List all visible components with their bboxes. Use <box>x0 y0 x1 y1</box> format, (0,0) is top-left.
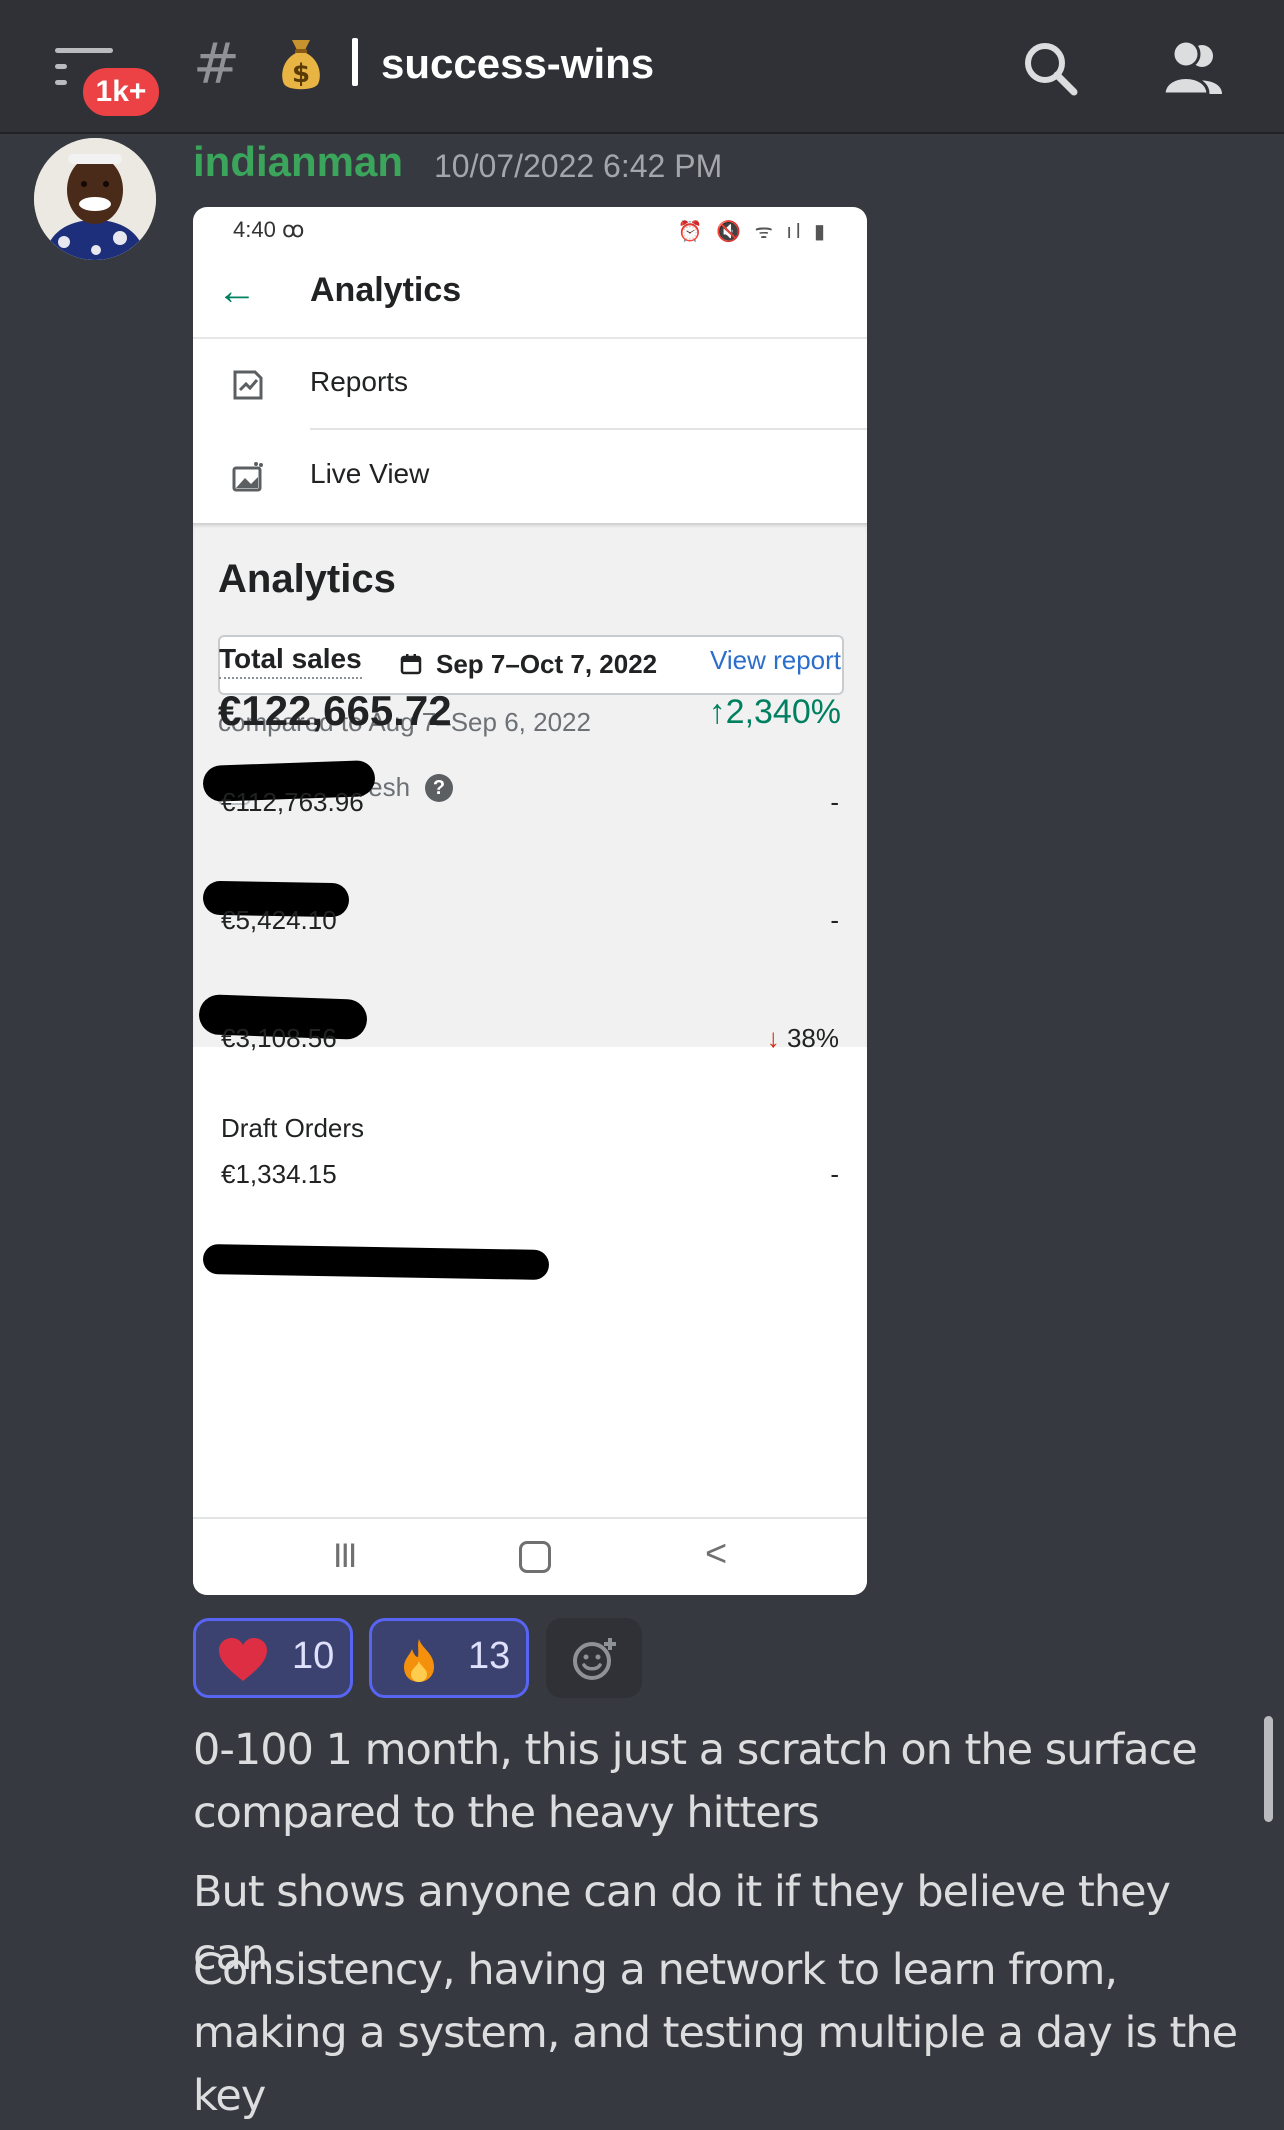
calendar-icon <box>400 654 422 675</box>
phone-status-icons: ⏰ 🔇 ᯤ ıl ▮ <box>677 221 829 243</box>
message-timestamp: 10/07/2022 6:42 PM <box>434 148 723 184</box>
menu-item-label: Reports <box>310 366 409 397</box>
date-range-label: Sep 7–Oct 7, 2022 <box>436 649 658 679</box>
app-bar-title: Analytics <box>310 271 462 309</box>
sales-row-name: Draft Orders <box>221 1113 365 1143</box>
recents-icon: III <box>333 1537 357 1575</box>
change-percent: 38% <box>786 1023 839 1053</box>
total-sales-change: ↑2,340% <box>708 693 841 731</box>
add-reaction-button[interactable] <box>546 1618 642 1698</box>
sales-row-change: - <box>830 787 839 817</box>
app-bar: ← Analytics <box>193 247 867 339</box>
sales-row-change: ↓ 38% <box>767 1023 839 1054</box>
reaction-heart[interactable]: 10 <box>193 1618 353 1698</box>
message-paragraph: 0-100 1 month, this just a scratch on th… <box>193 1725 1198 1838</box>
sales-row-value: €112,763.96 <box>221 787 364 817</box>
message-paragraph: Consistency, having a network to learn f… <box>193 1945 1238 2121</box>
user-avatar[interactable] <box>34 138 156 260</box>
title-separator <box>352 38 358 86</box>
reaction-count: 13 <box>468 1635 511 1677</box>
menu-line <box>55 64 67 69</box>
back-arrow-icon: ← <box>217 269 257 313</box>
redaction-mark <box>202 1243 550 1281</box>
nav-back-icon: < <box>705 1533 728 1575</box>
menu-line <box>55 48 113 53</box>
android-nav-bar: III < <box>193 1517 867 1595</box>
unread-badge: 1k+ <box>77 62 165 122</box>
live-view-icon <box>232 462 263 492</box>
total-sales-value: €122,665.72 <box>218 687 452 734</box>
add-reaction-icon <box>573 1638 616 1680</box>
members-icon[interactable] <box>1160 38 1226 98</box>
channel-name: success-wins <box>381 40 655 87</box>
hamburger-menu-button[interactable]: 1k+ <box>50 44 165 122</box>
status-time-text: 4:40 <box>233 217 276 242</box>
scrollbar-thumb[interactable] <box>1264 1716 1273 1822</box>
reports-icon <box>233 370 263 400</box>
phone-status-time: 4:40 ꝏ <box>233 217 305 242</box>
total-sales-label: Total sales <box>219 643 362 679</box>
avatar-image <box>34 138 156 260</box>
home-icon <box>519 1541 551 1573</box>
reaction-count: 10 <box>292 1635 335 1677</box>
reaction-fire[interactable]: 13 <box>369 1618 529 1698</box>
svg-text:$: $ <box>292 59 310 89</box>
sales-row-value: €1,334.15 <box>221 1159 337 1189</box>
channel-hash-icon: # <box>193 32 240 97</box>
menu-item-label: Live View <box>310 458 430 489</box>
sales-row-value: €5,424.10 <box>221 905 337 935</box>
attached-image[interactable]: 4:40 ꝏ ⏰ 🔇 ᯤ ıl ▮ ← Analytics Reports Li… <box>193 207 867 1595</box>
channel-header: 1k+ # $ success-wins <box>0 0 1284 134</box>
view-report-link: View report <box>709 645 841 675</box>
search-icon[interactable] <box>1020 38 1080 98</box>
money-bag-icon: $ <box>282 40 320 90</box>
sales-row-change: - <box>830 905 839 935</box>
analytics-heading: Analytics <box>218 557 396 601</box>
fire-emoji-icon <box>404 1639 434 1682</box>
heart-emoji-icon <box>219 1638 267 1681</box>
menu-item-reports: Reports <box>193 338 867 430</box>
help-icon: ? <box>425 774 453 802</box>
sales-row-value: €3,108.56 <box>221 1023 337 1053</box>
down-arrow-icon: ↓ <box>766 1023 780 1053</box>
menu-line <box>55 80 67 85</box>
message-author[interactable]: indianman <box>193 136 403 188</box>
sales-row-change: - <box>830 1159 839 1189</box>
menu-item-live-view: Live View <box>193 430 867 522</box>
